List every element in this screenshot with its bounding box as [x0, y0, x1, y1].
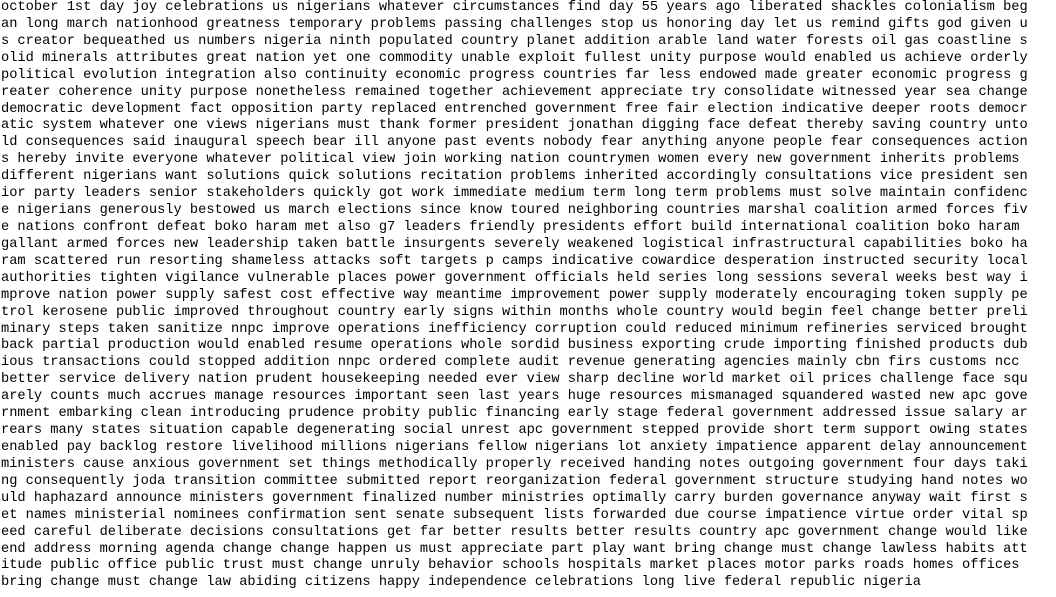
text-line-3: s creator bequeathed us numbers nigeria …	[1, 33, 1028, 49]
text-line-28: ministers cause anxious government set t…	[1, 456, 1028, 472]
text-line-31: et names ministerial nominees confirmati…	[1, 507, 1028, 523]
text-line-13: e nigerians generously bestowed us march…	[1, 203, 1028, 219]
text-line-33: end address morning agenda change change…	[1, 541, 1028, 557]
text-line-26: rears many states situation capable dege…	[1, 423, 1028, 439]
text-line-5: political evolution integration also con…	[1, 67, 1028, 83]
text-line-18: mprove nation power supply safest cost e…	[1, 287, 1028, 303]
text-line-24: arely counts much accrues manage resourc…	[1, 389, 1028, 405]
text-line-8: atic system whatever one views nigerians…	[1, 118, 1028, 134]
text-line-27: enabled pay backlog restore livelihood m…	[1, 439, 1028, 455]
text-document: october 1st day joy celebrations us nige…	[0, 0, 1056, 597]
text-line-25: rnment embarking clean introducing prude…	[1, 406, 1028, 422]
text-line-16: ram scattered run resorting shameless at…	[1, 253, 1028, 269]
text-line-19: trol kerosene public improved throughout…	[1, 304, 1028, 320]
text-line-14: e nations confront defeat boko haram met…	[1, 219, 1020, 235]
text-line-22: ious transactions could stopped addition…	[1, 355, 1020, 371]
text-line-11: different nigerians want solutions quick…	[1, 169, 1028, 185]
text-line-2: an long march nationhood greatness tempo…	[1, 16, 1028, 32]
text-line-30: uld haphazard announce ministers governm…	[1, 490, 1028, 506]
text-line-10: s hereby invite everyone whatever politi…	[1, 152, 1020, 168]
text-line-9: ld consequences said inaugural speech be…	[1, 135, 1028, 151]
text-line-6: reater coherence unity purpose nonethele…	[1, 84, 1028, 100]
text-line-1: october 1st day joy celebrations us nige…	[1, 0, 1028, 15]
text-line-32: eed careful deliberate decisions consult…	[1, 524, 1028, 540]
text-line-4: olid minerals attributes great nation ye…	[1, 50, 1028, 66]
text-line-12: ior party leaders senior stakeholders qu…	[1, 186, 1028, 202]
text-line-17: authorities tighten vigilance vulnerable…	[1, 270, 1028, 286]
text-line-29: ng consequently joda transition committe…	[1, 473, 1028, 489]
text-line-21: back partial production would enabled re…	[1, 338, 1028, 354]
text-line-35: bring change must change law abiding cit…	[1, 575, 921, 591]
text-line-20: minary steps taken sanitize nnpc improve…	[1, 321, 1028, 337]
text-line-15: gallant armed forces new leadership take…	[1, 236, 1028, 252]
text-line-34: itude public office public trust must ch…	[1, 558, 1020, 574]
text-line-7: democratic development fact opposition p…	[1, 101, 1028, 117]
text-line-23: better service delivery nation prudent h…	[1, 372, 1028, 388]
